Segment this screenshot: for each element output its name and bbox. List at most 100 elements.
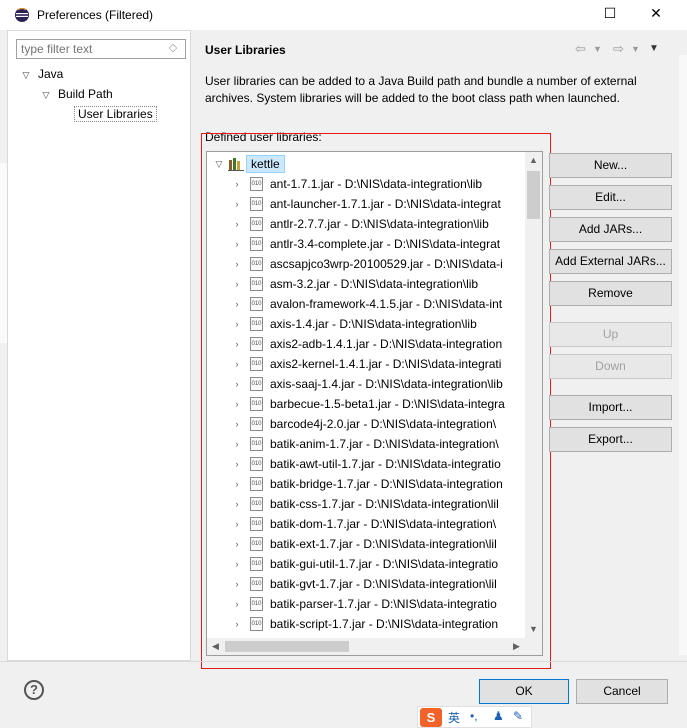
jar-file-icon: 010 — [250, 317, 263, 331]
jar-path-label: ascsapjco3wrp-20100529.jar - D:\NIS\data… — [270, 257, 503, 271]
collapsed-chevron-icon[interactable]: › — [232, 198, 242, 210]
library-jar-row[interactable]: › 010 barbecue-1.5-beta1.jar - D:\NIS\data… — [207, 394, 527, 414]
collapsed-chevron-icon[interactable]: › — [232, 398, 242, 410]
filter-input[interactable] — [16, 39, 186, 59]
scroll-left-icon[interactable]: ◀ — [207, 638, 224, 655]
close-button[interactable]: ✕ — [633, 0, 679, 30]
help-icon[interactable]: ? — [24, 680, 44, 700]
library-jar-row[interactable]: › 010 batik-bridge-1.7.jar - D:\NIS\data-i… — [207, 474, 527, 494]
add-external-jars-button[interactable]: Add External JARs... — [549, 249, 672, 274]
sogou-logo-icon[interactable]: S — [420, 708, 442, 727]
jar-file-icon: 010 — [250, 397, 263, 411]
down-button[interactable]: Down — [549, 354, 672, 379]
new-button[interactable]: New... — [549, 153, 672, 178]
collapsed-chevron-icon[interactable]: › — [232, 458, 242, 470]
expanded-chevron-icon[interactable]: ▽ — [40, 89, 52, 101]
library-jar-row[interactable]: › 010 batik-parser-1.7.jar - D:\NIS\data-i… — [207, 594, 527, 614]
library-jar-row[interactable]: › 010 batik-ext-1.7.jar - D:\NIS\data-inte… — [207, 534, 527, 554]
view-menu-icon[interactable]: ▼ — [649, 43, 659, 54]
collapsed-chevron-icon[interactable]: › — [232, 598, 242, 610]
ime-settings-icon[interactable]: ✎ — [513, 709, 523, 723]
expanded-chevron-icon[interactable]: ▽ — [20, 69, 32, 81]
scroll-up-icon[interactable]: ▲ — [525, 152, 542, 169]
forward-dropdown-icon[interactable]: ▼ — [631, 44, 640, 54]
back-dropdown-icon[interactable]: ▼ — [593, 44, 602, 54]
user-libraries-tree[interactable]: ▽ kettle › 010 ant-1.7.1.jar - D:\NIS\data… — [206, 151, 543, 656]
collapsed-chevron-icon[interactable]: › — [232, 438, 242, 450]
library-jar-row[interactable]: › 010 barcode4j-2.0.jar - D:\NIS\data-inte… — [207, 414, 527, 434]
collapsed-chevron-icon[interactable]: › — [232, 578, 242, 590]
library-jar-row[interactable]: › 010 ascsapjco3wrp-20100529.jar - D:\NIS\… — [207, 254, 527, 274]
scroll-right-icon[interactable]: ▶ — [508, 638, 525, 655]
maximize-button[interactable]: ☐ — [587, 0, 633, 30]
horizontal-scrollbar[interactable]: ◀ ▶ — [207, 638, 525, 655]
vertical-scroll-thumb[interactable] — [527, 171, 540, 219]
ime-user-icon[interactable]: ♟ — [493, 709, 504, 723]
collapsed-chevron-icon[interactable]: › — [232, 238, 242, 250]
collapsed-chevron-icon[interactable]: › — [232, 558, 242, 570]
collapsed-chevron-icon[interactable]: › — [232, 218, 242, 230]
library-jar-row[interactable]: › 010 ant-1.7.1.jar - D:\NIS\data-integrat… — [207, 174, 527, 194]
library-jar-row[interactable]: › 010 ant-launcher-1.7.1.jar - D:\NIS\data… — [207, 194, 527, 214]
jar-file-icon: 010 — [250, 217, 263, 231]
tree-item-user-libraries[interactable]: User Libraries — [74, 106, 157, 122]
tree-item-java[interactable]: Java — [38, 67, 63, 81]
jar-file-icon: 010 — [250, 477, 263, 491]
jar-file-icon: 010 — [250, 577, 263, 591]
preference-navigation-panel: ◇ ▽ Java ▽ Build Path User Libraries — [7, 30, 191, 661]
library-name-kettle[interactable]: kettle — [246, 155, 285, 173]
library-jar-row[interactable]: › 010 axis-1.4.jar - D:\NIS\data-integrati… — [207, 314, 527, 334]
scrollbar-corner — [525, 638, 542, 655]
collapsed-chevron-icon[interactable]: › — [232, 258, 242, 270]
library-jar-row[interactable]: › 010 axis2-adb-1.4.1.jar - D:\NIS\data-in… — [207, 334, 527, 354]
collapsed-chevron-icon[interactable]: › — [232, 378, 242, 390]
library-jar-row[interactable]: › 010 axis-saaj-1.4.jar - D:\NIS\data-inte… — [207, 374, 527, 394]
library-jar-row[interactable]: › 010 batik-script-1.7.jar - D:\NIS\data-i… — [207, 614, 527, 634]
expanded-chevron-icon[interactable]: ▽ — [214, 158, 224, 170]
ok-button[interactable]: OK — [479, 679, 569, 704]
ime-language-toggle[interactable]: 英 — [448, 709, 460, 726]
collapsed-chevron-icon[interactable]: › — [232, 618, 242, 630]
up-button[interactable]: Up — [549, 322, 672, 347]
collapsed-chevron-icon[interactable]: › — [232, 338, 242, 350]
library-root-row[interactable]: ▽ kettle — [207, 154, 527, 174]
back-arrow-icon[interactable]: ⇦ — [575, 41, 586, 57]
tree-item-build-path[interactable]: Build Path — [58, 87, 113, 101]
cancel-button[interactable]: Cancel — [576, 679, 668, 704]
library-jar-row[interactable]: › 010 antlr-3.4-complete.jar - D:\NIS\data… — [207, 234, 527, 254]
library-jar-row[interactable]: › 010 batik-awt-util-1.7.jar - D:\NIS\data… — [207, 454, 527, 474]
library-jar-row[interactable]: › 010 avalon-framework-4.1.5.jar - D:\NIS\… — [207, 294, 527, 314]
scroll-down-icon[interactable]: ▼ — [525, 621, 542, 638]
ime-punctuation-toggle[interactable]: •, — [470, 709, 478, 723]
library-jar-row[interactable]: › 010 batik-anim-1.7.jar - D:\NIS\data-int… — [207, 434, 527, 454]
import-button[interactable]: Import... — [549, 395, 672, 420]
collapsed-chevron-icon[interactable]: › — [232, 538, 242, 550]
clear-filter-icon[interactable]: ◇ — [166, 41, 180, 55]
collapsed-chevron-icon[interactable]: › — [232, 178, 242, 190]
jar-path-label: axis-saaj-1.4.jar - D:\NIS\data-integrat… — [270, 377, 503, 391]
jar-file-icon: 010 — [250, 177, 263, 191]
library-jar-row[interactable]: › 010 batik-dom-1.7.jar - D:\NIS\data-inte… — [207, 514, 527, 534]
collapsed-chevron-icon[interactable]: › — [232, 318, 242, 330]
collapsed-chevron-icon[interactable]: › — [232, 278, 242, 290]
forward-arrow-icon[interactable]: ⇨ — [613, 41, 624, 57]
export-button[interactable]: Export... — [549, 427, 672, 452]
edit-button[interactable]: Edit... — [549, 185, 672, 210]
library-jar-row[interactable]: › 010 asm-3.2.jar - D:\NIS\data-integratio… — [207, 274, 527, 294]
collapsed-chevron-icon[interactable]: › — [232, 418, 242, 430]
library-jar-row[interactable]: › 010 antlr-2.7.7.jar - D:\NIS\data-integr… — [207, 214, 527, 234]
library-jar-row[interactable]: › 010 batik-css-1.7.jar - D:\NIS\data-inte… — [207, 494, 527, 514]
library-jar-row[interactable]: › 010 batik-gvt-1.7.jar - D:\NIS\data-inte… — [207, 574, 527, 594]
collapsed-chevron-icon[interactable]: › — [232, 498, 242, 510]
collapsed-chevron-icon[interactable]: › — [232, 298, 242, 310]
collapsed-chevron-icon[interactable]: › — [232, 358, 242, 370]
collapsed-chevron-icon[interactable]: › — [232, 518, 242, 530]
collapsed-chevron-icon[interactable]: › — [232, 478, 242, 490]
horizontal-scroll-thumb[interactable] — [225, 641, 349, 652]
vertical-scrollbar[interactable]: ▲ ▼ — [525, 152, 542, 638]
jar-path-label: axis2-adb-1.4.1.jar - D:\NIS\data-integr… — [270, 337, 503, 351]
library-jar-row[interactable]: › 010 batik-gui-util-1.7.jar - D:\NIS\data… — [207, 554, 527, 574]
library-jar-row[interactable]: › 010 axis2-kernel-1.4.1.jar - D:\NIS\data… — [207, 354, 527, 374]
add-jars-button[interactable]: Add JARs... — [549, 217, 672, 242]
remove-button[interactable]: Remove — [549, 281, 672, 306]
